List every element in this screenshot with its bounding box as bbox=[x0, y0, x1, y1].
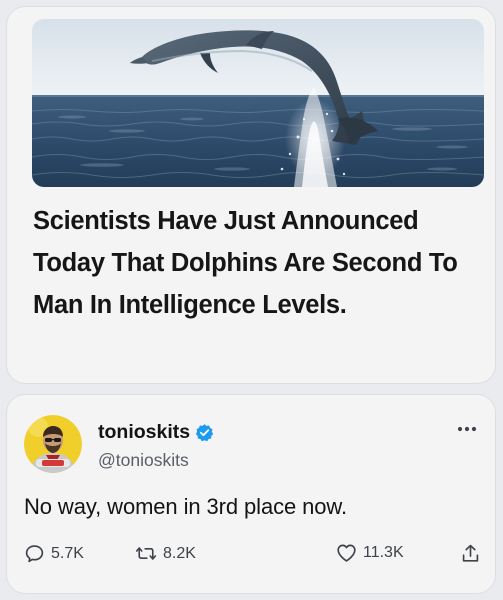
like-button[interactable]: 11.3K bbox=[336, 543, 404, 563]
news-headline: Scientists Have Just Announced Today Tha… bbox=[33, 207, 458, 319]
repost-button[interactable]: 8.2K bbox=[135, 543, 196, 564]
repost-arrows-icon bbox=[135, 547, 157, 560]
repost-count: 8.2K bbox=[163, 544, 196, 562]
like-count: 11.3K bbox=[363, 544, 404, 561]
tweet-actions: 5.7K 8.2K 11.3K bbox=[24, 543, 480, 567]
heart-icon bbox=[337, 544, 356, 562]
user-handle[interactable]: @tonioskits bbox=[98, 450, 189, 471]
share-upload-icon bbox=[462, 544, 479, 562]
dolphin-photo bbox=[32, 19, 484, 187]
reply-count: 5.7K bbox=[51, 544, 84, 562]
share-button[interactable] bbox=[461, 543, 480, 564]
display-name[interactable]: tonioskits bbox=[98, 421, 190, 444]
reply-button[interactable]: 5.7K bbox=[24, 543, 84, 564]
tweet-card[interactable]: tonioskits @tonioskits No way, women in … bbox=[7, 395, 495, 593]
avatar[interactable] bbox=[24, 415, 82, 473]
tweet-text: No way, women in 3rd place now. bbox=[24, 494, 347, 519]
more-options-icon[interactable] bbox=[457, 425, 477, 433]
comment-bubble-icon bbox=[25, 545, 44, 563]
news-card[interactable]: Scientists Have Just Announced Today Tha… bbox=[7, 7, 495, 383]
verified-badge-icon bbox=[195, 424, 214, 442]
